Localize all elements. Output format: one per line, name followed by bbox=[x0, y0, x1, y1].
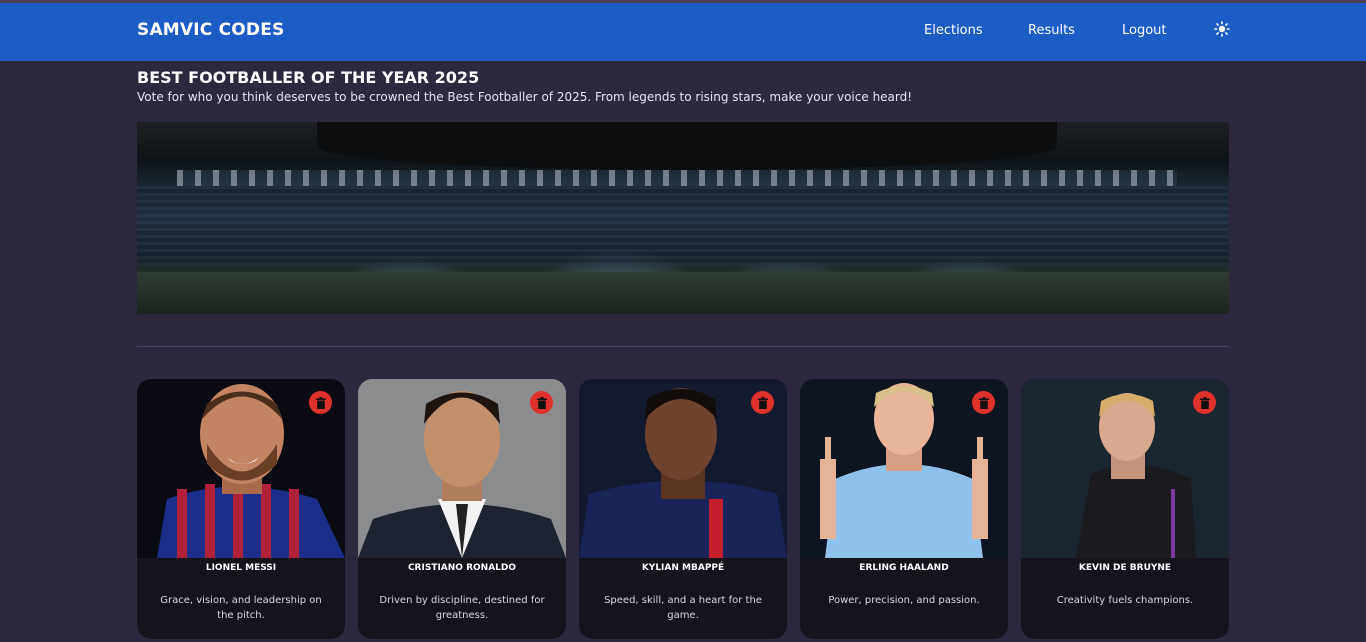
nav-link-logout[interactable]: Logout bbox=[1122, 23, 1167, 38]
election-title: BEST FOOTBALLER OF THE YEAR 2025 bbox=[137, 68, 480, 87]
trash-icon bbox=[978, 396, 989, 409]
candidate-name: LIONEL MESSI bbox=[205, 563, 277, 573]
election-description: Vote for who you think deserves to be cr… bbox=[137, 90, 913, 104]
sun-icon bbox=[1214, 21, 1230, 37]
delete-candidate-button[interactable] bbox=[972, 391, 995, 414]
candidate-motto: Power, precision, and passion. bbox=[828, 595, 980, 606]
candidate-name: ERLING HAALAND bbox=[859, 563, 949, 573]
candidate-name: KEVIN DE BRUYNE bbox=[1078, 563, 1172, 573]
trash-icon bbox=[1199, 396, 1210, 409]
candidate-card: KYLIAN MBAPPÉ Speed, skill, and a heart … bbox=[579, 379, 787, 639]
trash-icon bbox=[757, 396, 768, 409]
candidate-motto: Creativity fuels champions. bbox=[1056, 595, 1194, 606]
nav-link-elections[interactable]: Elections bbox=[924, 23, 983, 38]
candidate-card: LIONEL MESSI Grace, vision, and leadersh… bbox=[137, 379, 345, 639]
trash-icon bbox=[536, 396, 547, 409]
theme-toggle-button[interactable] bbox=[1212, 19, 1232, 39]
candidate-motto: Driven by discipline, destined for great… bbox=[379, 595, 545, 621]
section-divider bbox=[137, 346, 1229, 347]
candidate-motto: Speed, skill, and a heart for the game. bbox=[604, 595, 762, 621]
candidate-card: ERLING HAALAND Power, precision, and pas… bbox=[800, 379, 1008, 639]
candidate-name: CRISTIANO RONALDO bbox=[407, 563, 517, 573]
delete-candidate-button[interactable] bbox=[530, 391, 553, 414]
brand-logo[interactable]: SAMVIC CODES bbox=[137, 20, 285, 40]
trash-icon bbox=[315, 396, 326, 409]
candidate-card: CRISTIANO RONALDO Driven by discipline, … bbox=[358, 379, 566, 639]
candidate-motto: Grace, vision, and leadership on the pit… bbox=[160, 595, 322, 621]
delete-candidate-button[interactable] bbox=[309, 391, 332, 414]
delete-candidate-button[interactable] bbox=[1193, 391, 1216, 414]
election-banner-image bbox=[137, 122, 1229, 314]
candidate-card: KEVIN DE BRUYNE Creativity fuels champio… bbox=[1021, 379, 1229, 639]
nav-link-results[interactable]: Results bbox=[1028, 23, 1075, 38]
delete-candidate-button[interactable] bbox=[751, 391, 774, 414]
candidate-name: KYLIAN MBAPPÉ bbox=[641, 563, 725, 573]
navbar: SAMVIC CODES Elections Results Logout bbox=[0, 3, 1366, 61]
